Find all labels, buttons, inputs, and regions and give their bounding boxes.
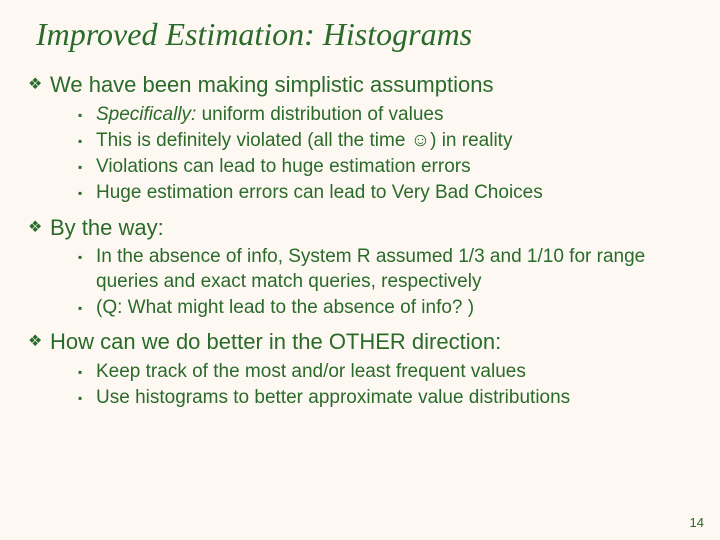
bullet-text: We have been making simplistic assumptio… <box>50 71 692 99</box>
sub-bullet: ▪ Keep track of the most and/or least fr… <box>78 360 692 384</box>
slide-title: Improved Estimation: Histograms <box>0 0 720 65</box>
bullet-text: How can we do better in the OTHER direct… <box>50 328 692 356</box>
square-icon: ▪ <box>78 103 96 123</box>
sub-bullet: ▪ Violations can lead to huge estimation… <box>78 155 692 179</box>
sub-bullet: ▪ (Q: What might lead to the absence of … <box>78 296 692 320</box>
bullet-main: ❖ By the way: <box>28 214 692 242</box>
bullet-main: ❖ How can we do better in the OTHER dire… <box>28 328 692 356</box>
sub-bullet: ▪ Huge estimation errors can lead to Ver… <box>78 181 692 205</box>
square-icon: ▪ <box>78 360 96 380</box>
square-icon: ▪ <box>78 129 96 149</box>
square-icon: ▪ <box>78 296 96 316</box>
sub-bullet-text: Keep track of the most and/or least freq… <box>96 360 692 384</box>
diamond-icon: ❖ <box>28 71 50 95</box>
square-icon: ▪ <box>78 181 96 201</box>
page-number: 14 <box>690 515 704 530</box>
square-icon: ▪ <box>78 386 96 406</box>
square-icon: ▪ <box>78 245 96 265</box>
slide-content: ❖ We have been making simplistic assumpt… <box>0 71 720 410</box>
bullet-main: ❖ We have been making simplistic assumpt… <box>28 71 692 99</box>
sub-bullet-text: (Q: What might lead to the absence of in… <box>96 296 692 320</box>
diamond-icon: ❖ <box>28 214 50 238</box>
diamond-icon: ❖ <box>28 328 50 352</box>
sub-bullet: ▪ In the absence of info, System R assum… <box>78 245 692 294</box>
sub-bullet: ▪ Use histograms to better approximate v… <box>78 386 692 410</box>
sub-bullet-text: Huge estimation errors can lead to Very … <box>96 181 692 205</box>
sub-bullet-text: Use histograms to better approximate val… <box>96 386 692 410</box>
sub-bullet: ▪ Specifically: uniform distribution of … <box>78 103 692 127</box>
sub-bullet-text: In the absence of info, System R assumed… <box>96 245 692 294</box>
sub-bullet-text: Specifically: uniform distribution of va… <box>96 103 692 127</box>
bullet-text: By the way: <box>50 214 692 242</box>
sub-bullet-text: This is definitely violated (all the tim… <box>96 129 692 153</box>
sub-bullet: ▪ This is definitely violated (all the t… <box>78 129 692 153</box>
square-icon: ▪ <box>78 155 96 175</box>
sub-bullet-text: Violations can lead to huge estimation e… <box>96 155 692 179</box>
